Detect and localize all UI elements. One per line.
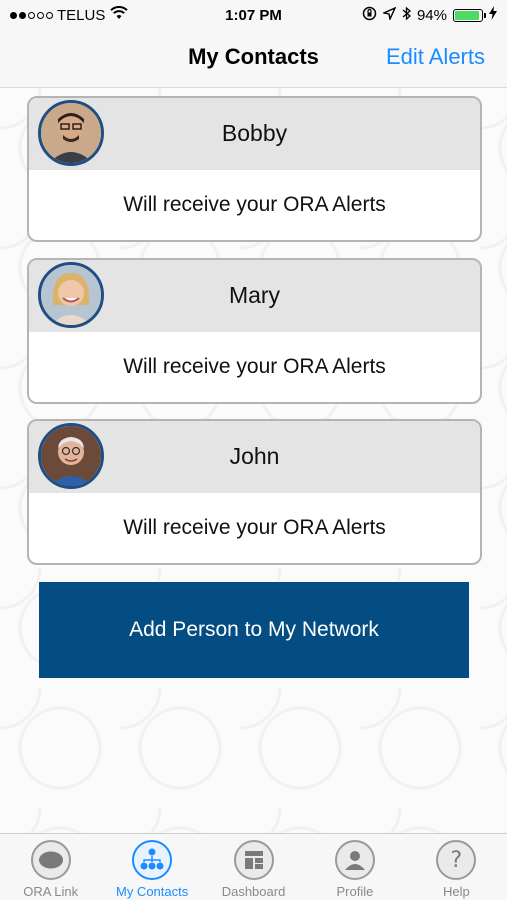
tab-label: Help: [442, 884, 470, 899]
tab-ora-link[interactable]: ORA Link: [0, 834, 101, 900]
dashboard-grid-icon: [233, 840, 274, 880]
tab-label: ORA Link: [23, 884, 79, 899]
tab-profile[interactable]: Profile: [304, 834, 405, 900]
tab-dashboard[interactable]: Dashboard: [203, 834, 304, 900]
contact-name: Mary: [228, 282, 281, 308]
tab-my-contacts[interactable]: My Contacts: [101, 834, 202, 900]
battery-icon: [453, 8, 486, 22]
location-arrow-icon: [381, 6, 397, 24]
speech-bubble-icon: [30, 840, 71, 880]
status-bar: TELUS 1:07 PM 94%: [0, 0, 507, 30]
tab-bar: ORA Link My Contacts Dashboard Profile ?…: [0, 833, 507, 900]
contact-card-john[interactable]: John Will receive your ORA Alerts: [27, 419, 482, 565]
bluetooth-icon: [402, 6, 411, 25]
contacts-list: Bobby Will receive your ORA Alerts Mary …: [0, 88, 507, 833]
battery-percentage: 94%: [416, 6, 447, 24]
charging-bolt-icon: [489, 6, 497, 24]
carrier-name: TELUS: [57, 6, 106, 24]
tab-label: My Contacts: [115, 884, 189, 899]
add-person-button[interactable]: Add Person to My Network: [39, 582, 469, 678]
navigation-bar: My Contacts Edit Alerts: [0, 30, 507, 88]
contact-status: Will receive your ORA Alerts: [123, 193, 386, 216]
battery-level: [455, 10, 480, 20]
tab-label: Profile: [336, 884, 374, 899]
signal-strength-icon: [10, 11, 53, 19]
contact-card-header: Bobby: [29, 98, 480, 170]
contact-card-bobby[interactable]: Bobby Will receive your ORA Alerts: [27, 96, 482, 242]
person-icon: [334, 840, 375, 880]
edit-alerts-button[interactable]: Edit Alerts: [386, 44, 485, 70]
contact-name: Bobby: [221, 120, 288, 146]
contact-name: John: [229, 443, 280, 469]
contact-status: Will receive your ORA Alerts: [123, 516, 386, 539]
contact-card-header: Mary: [29, 260, 480, 332]
rotation-lock-icon: [362, 6, 377, 25]
tab-label: Dashboard: [221, 884, 286, 899]
question-mark-icon: ?: [436, 840, 477, 880]
wifi-icon: [110, 6, 129, 24]
contact-card-header: John: [29, 421, 480, 493]
network-icon: [132, 840, 173, 880]
contact-status: Will receive your ORA Alerts: [123, 355, 386, 378]
contact-card-mary[interactable]: Mary Will receive your ORA Alerts: [27, 258, 482, 404]
tab-help[interactable]: ? Help: [406, 834, 507, 900]
